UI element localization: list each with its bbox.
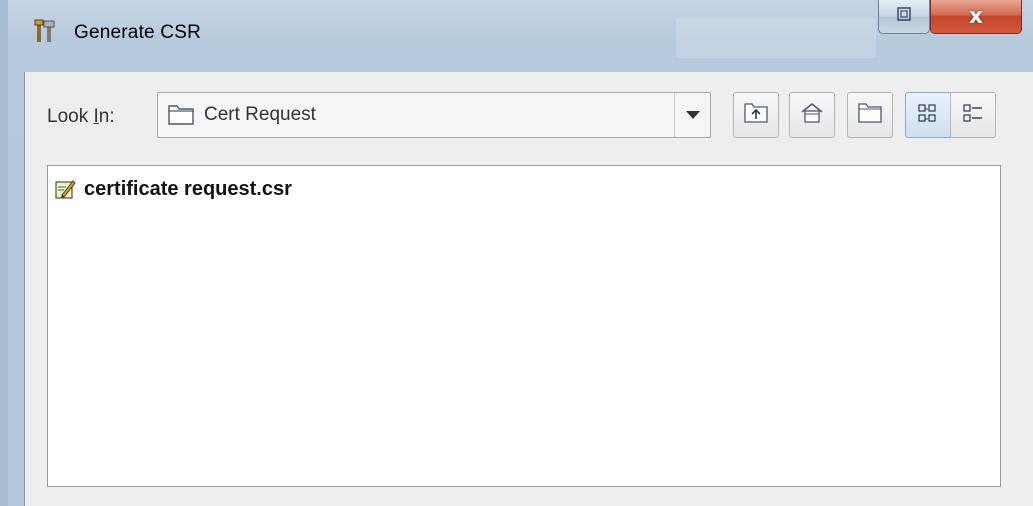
look-in-selected: Cert Request [204,104,316,125]
up-one-level-button[interactable] [733,92,779,138]
close-button[interactable]: x [930,0,1022,34]
csr-file-icon [54,178,76,200]
restore-icon [896,6,912,27]
folder-icon [168,105,194,125]
file-name: certificate request.csr [84,177,292,200]
list-item[interactable]: certificate request.csr [54,176,292,202]
title-bar-reflection [676,18,876,58]
list-view-icon [917,102,939,129]
chevron-down-icon [685,111,700,119]
restore-button[interactable] [878,0,930,34]
home-icon [800,102,824,129]
look-in-label-start: Look [47,106,94,127]
window-title: Generate CSR [74,22,202,43]
look-in-label: Look In: [47,106,115,128]
tools-icon [34,18,56,44]
list-view-button[interactable] [905,92,951,138]
details-view-button[interactable] [950,92,996,138]
details-view-icon [962,102,984,129]
new-folder-button[interactable] [847,92,893,138]
new-folder-icon [858,102,882,128]
look-in-label-end: n: [98,106,115,127]
up-folder-icon [744,102,768,129]
look-in-combo[interactable]: Cert Request [157,92,711,138]
look-in-dropdown-button[interactable] [674,93,710,137]
dialog-client-area: Look In: Cert Request certificate reques… [24,72,1033,506]
home-button[interactable] [789,92,835,138]
file-list[interactable]: certificate request.csr [47,165,1001,487]
close-icon: x [968,4,984,29]
